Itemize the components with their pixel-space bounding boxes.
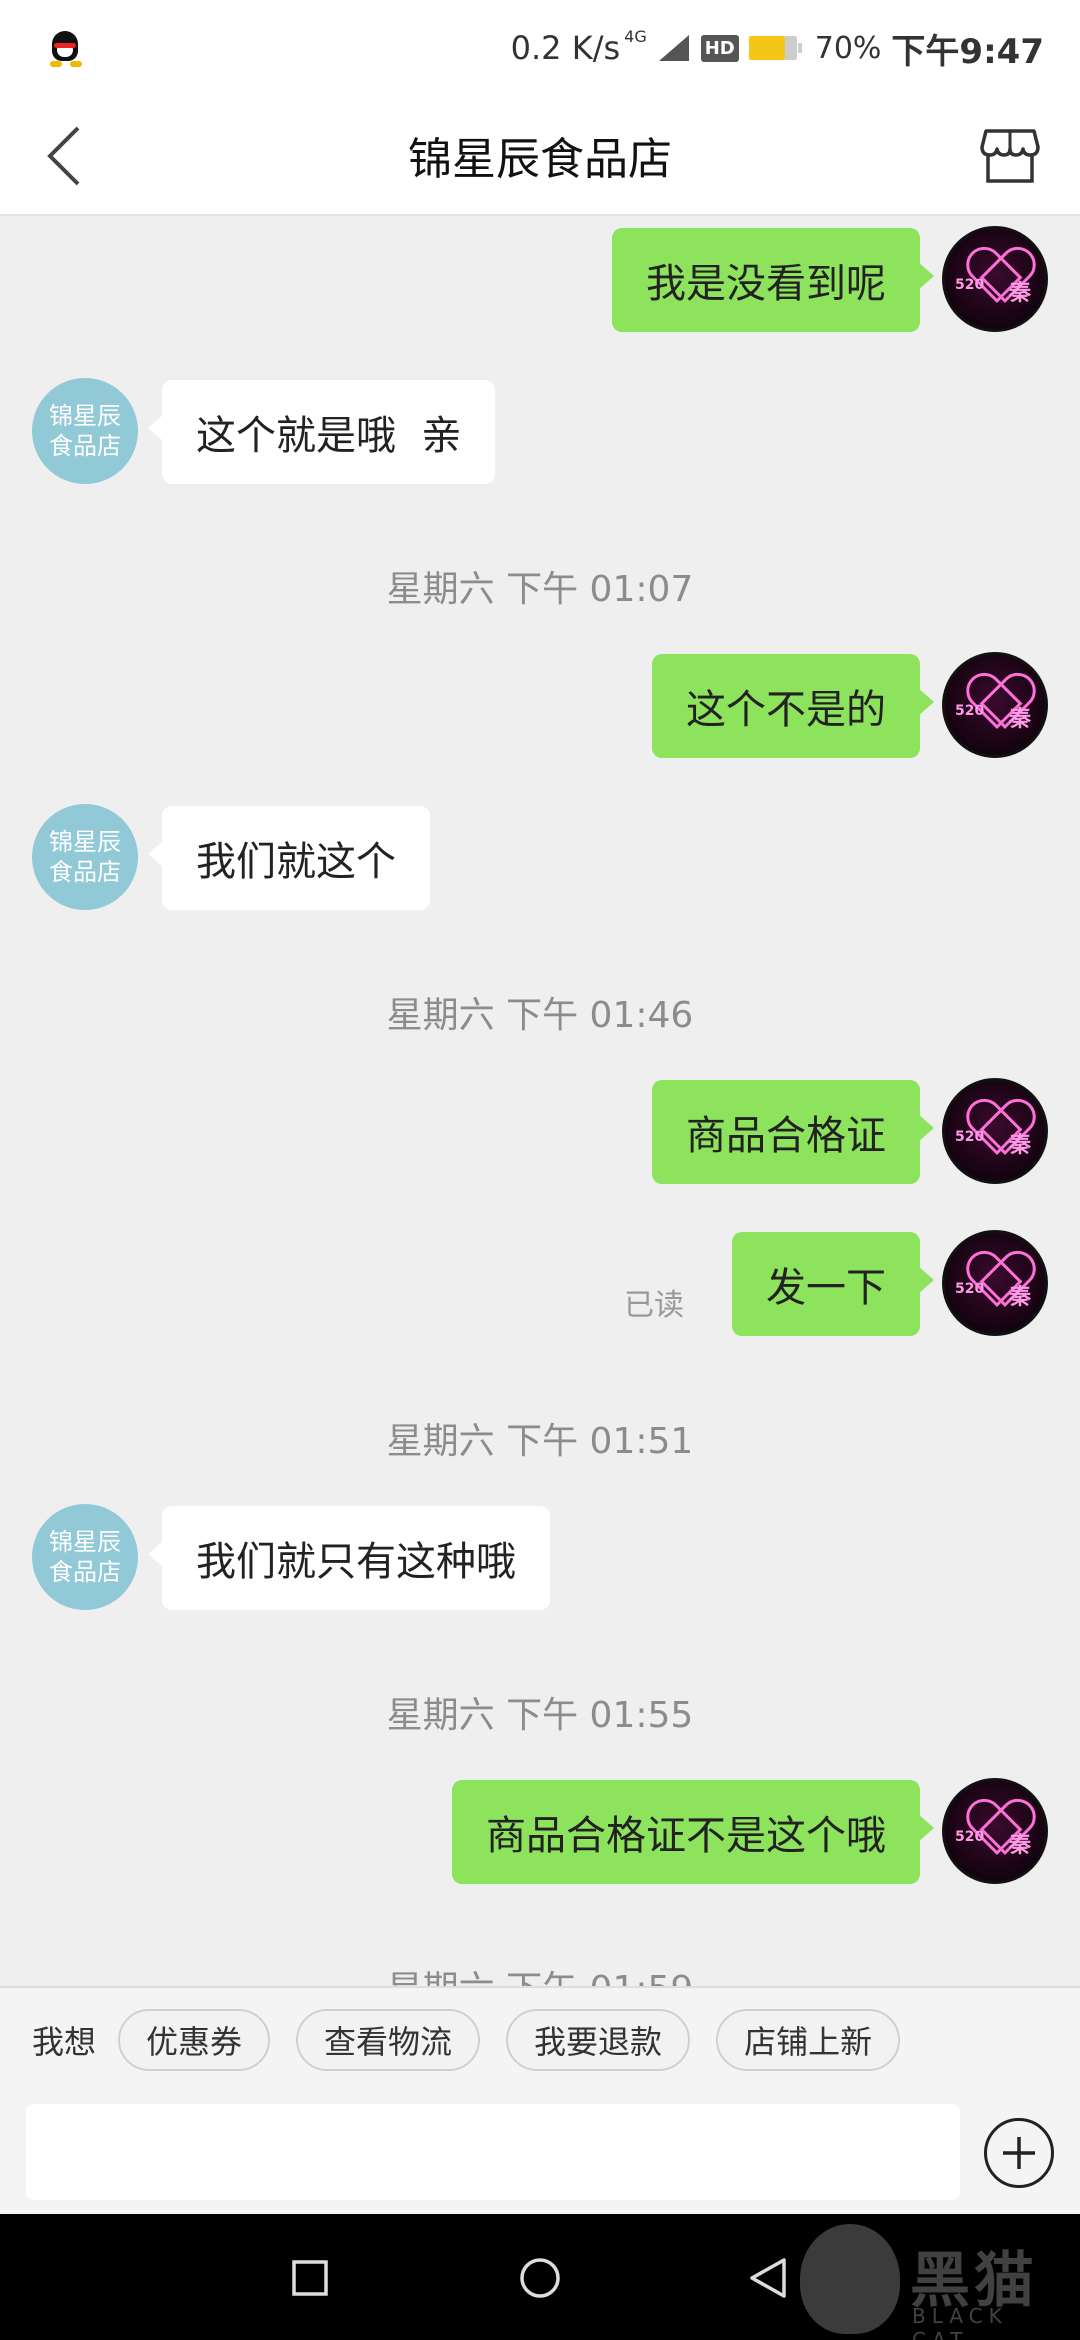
status-bar: 0.2 K/s 4G HD 70% 下午9:47 xyxy=(0,0,1080,96)
triangle-back-icon xyxy=(750,2258,786,2298)
message-input[interactable] xyxy=(26,2104,960,2200)
shop-avatar-line2: 食品店 xyxy=(49,1558,121,1586)
user-avatar[interactable]: 520 秦 xyxy=(942,1230,1048,1336)
message-text: 商品合格证不是这个哦 xyxy=(486,1813,886,1859)
message-text: 发一下 xyxy=(766,1265,886,1311)
chip-new-arrivals[interactable]: 店铺上新 xyxy=(716,2009,901,2071)
plus-icon xyxy=(1003,2137,1035,2169)
input-panel: 我想 优惠券 查看物流 我要退款 店铺上新 xyxy=(0,1986,1080,2214)
message-row: 锦星辰 食品店 这个就是哦 亲 xyxy=(0,378,1080,488)
message-text: 这个就是哦 亲 xyxy=(196,413,462,459)
message-row: 锦星辰 食品店 我们就这个 xyxy=(0,804,1080,914)
quick-actions-label: 我想 xyxy=(32,2023,97,2061)
shop-avatar[interactable]: 锦星辰 食品店 xyxy=(32,804,138,910)
message-row: 已读 商品合格证 520秦 xyxy=(0,1078,1080,1188)
back-nav-button[interactable] xyxy=(742,2252,794,2304)
user-avatar[interactable]: 520 秦 xyxy=(942,1778,1048,1884)
shop-avatar-line2: 食品店 xyxy=(49,858,121,886)
shop-avatar-line2: 食品店 xyxy=(49,432,121,460)
chat-header: 锦星辰食品店 xyxy=(0,96,1080,216)
watermark-en: BLACK CAT xyxy=(912,2304,1008,2340)
message-row: 已读 这个不是的 520秦 xyxy=(0,652,1080,762)
qq-penguin-icon xyxy=(48,29,82,67)
message-bubble-outgoing[interactable]: 商品合格证不是这个哦 xyxy=(452,1780,934,1884)
chip-coupon[interactable]: 优惠券 xyxy=(118,2009,271,2071)
store-icon xyxy=(980,129,1040,183)
watermark: 黑猫 BLACK CAT xyxy=(800,2224,1070,2340)
shop-avatar[interactable]: 锦星辰 食品店 xyxy=(32,1504,138,1610)
circle-icon xyxy=(520,2258,560,2298)
message-bubble-outgoing[interactable]: 我是没看到呢 xyxy=(612,228,934,332)
message-text: 我们就只有这种哦 xyxy=(196,1539,516,1585)
message-row: 已读 我是没看到呢 520秦 xyxy=(0,226,1080,336)
time-divider: 星期六 下午 01:51 xyxy=(386,1421,694,1462)
chevron-left-icon xyxy=(47,126,80,186)
time-divider: 星期六 下午 01:55 xyxy=(386,1695,694,1736)
shop-avatar-line1: 锦星辰 xyxy=(49,1528,121,1556)
chip-track-logistics[interactable]: 查看物流 xyxy=(296,2009,481,2071)
user-avatar[interactable]: 520 秦 xyxy=(942,226,1048,332)
shop-button[interactable] xyxy=(972,118,1048,194)
message-text: 我们就这个 xyxy=(196,839,396,885)
clock: 下午9:47 xyxy=(891,31,1044,72)
message-bubble-incoming[interactable]: 我们就只有这种哦 xyxy=(148,1506,550,1610)
hd-badge: HD xyxy=(700,34,739,62)
chat-area[interactable]: 已读 我是没看到呢 520秦 锦星辰食品店 这个就是哦 亲 星期六 下午 01:… xyxy=(0,216,1080,1986)
system-nav-bar: 黑猫 BLACK CAT xyxy=(0,2214,1080,2340)
message-text: 这个不是的 xyxy=(686,687,886,733)
back-button[interactable] xyxy=(28,120,100,192)
battery-icon xyxy=(748,35,805,61)
message-row: 已读 商品合格证不是这个哦 520秦 xyxy=(0,1778,1080,1888)
net-speed: 0.2 K/s xyxy=(510,29,621,67)
message-bubble-incoming[interactable]: 我们就这个 xyxy=(148,806,430,910)
more-button[interactable] xyxy=(984,2118,1054,2188)
message-text: 商品合格证 xyxy=(686,1113,886,1159)
message-row: 已读 发一下 520 秦 xyxy=(0,1230,1080,1340)
chip-refund[interactable]: 我要退款 xyxy=(506,2009,691,2071)
read-status: 已读 xyxy=(624,1288,684,1323)
square-icon xyxy=(292,2260,328,2296)
shop-avatar-line1: 锦星辰 xyxy=(49,402,121,430)
page-title: 锦星辰食品店 xyxy=(408,134,672,185)
user-avatar[interactable]: 520 秦 xyxy=(942,652,1048,758)
user-avatar[interactable]: 520 秦 xyxy=(942,1078,1048,1184)
message-bubble-outgoing[interactable]: 发一下 xyxy=(732,1232,934,1336)
time-divider: 星期六 下午 01:59 xyxy=(0,1960,1080,1986)
message-bubble-outgoing[interactable]: 这个不是的 xyxy=(652,654,934,758)
battery-percent: 70% xyxy=(814,30,882,66)
message-bubble-incoming[interactable]: 这个就是哦 亲 xyxy=(147,380,496,484)
message-bubble-outgoing[interactable]: 商品合格证 xyxy=(652,1080,934,1184)
shop-avatar-line1: 锦星辰 xyxy=(49,828,121,856)
black-cat-logo-icon xyxy=(800,2224,900,2334)
signal-icon xyxy=(657,33,691,63)
network-generation: 4G xyxy=(624,26,647,46)
quick-actions: 我想 优惠券 查看物流 我要退款 店铺上新 xyxy=(0,2008,1080,2072)
time-divider: 星期六 下午 01:07 xyxy=(386,569,694,610)
time-divider: 星期六 下午 01:46 xyxy=(386,995,694,1036)
home-button[interactable] xyxy=(514,2252,566,2304)
message-row: 锦星辰 食品店 我们就只有这种哦 xyxy=(0,1504,1080,1614)
shop-avatar[interactable]: 锦星辰 食品店 xyxy=(32,378,138,484)
message-text: 我是没看到呢 xyxy=(646,261,886,307)
recent-apps-button[interactable] xyxy=(284,2252,336,2304)
